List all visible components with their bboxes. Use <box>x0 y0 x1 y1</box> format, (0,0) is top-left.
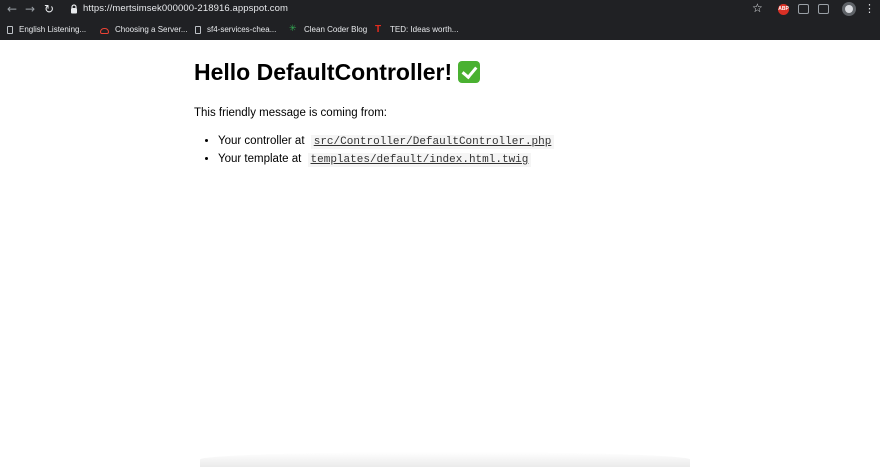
page-title-text: Hello DefaultController! <box>194 59 453 85</box>
extension-icon-2[interactable] <box>818 4 829 14</box>
adblock-extension-icon[interactable]: ABP <box>778 4 789 15</box>
page-icon <box>195 25 201 34</box>
browser-menu-icon[interactable]: ⋮ <box>864 2 875 16</box>
lock-icon[interactable] <box>70 4 78 14</box>
ted-icon: T <box>375 24 382 35</box>
extension-icon[interactable] <box>798 4 809 14</box>
template-path-link[interactable]: templates/default/index.html.twig <box>307 153 532 167</box>
page-title: Hello DefaultController! <box>194 58 794 86</box>
profile-avatar[interactable] <box>842 2 856 16</box>
forward-arrow-icon[interactable]: → <box>23 2 37 16</box>
bookmarks-bar: English Listening... Choosing a Server..… <box>0 21 880 38</box>
star-icon: ✳ <box>289 24 297 34</box>
address-bar-url[interactable]: https://mertsimsek000000-218916.appspot.… <box>83 3 288 14</box>
back-arrow-icon[interactable]: ← <box>5 2 19 16</box>
source-list: Your controller at src/Controller/Defaul… <box>194 133 794 169</box>
bookmark-item[interactable]: sf4-services-chea... <box>194 21 276 38</box>
bookmark-label: English Listening... <box>19 25 87 34</box>
bookmark-item[interactable]: English Listening... <box>6 21 86 38</box>
check-mark-icon <box>458 61 481 83</box>
bookmark-label: TED: Ideas worth... <box>390 25 459 34</box>
controller-path-link[interactable]: src/Controller/DefaultController.php <box>310 135 555 149</box>
browser-chrome: ← → ↻ https://mertsimsek000000-218916.ap… <box>0 0 880 40</box>
list-item-prefix: Your controller at <box>218 135 305 147</box>
bookmark-item[interactable]: T TED: Ideas worth... <box>375 21 458 38</box>
list-item: Your controller at src/Controller/Defaul… <box>218 133 794 151</box>
cloud-icon <box>100 27 109 34</box>
bookmark-label: sf4-services-chea... <box>207 25 277 34</box>
list-item: Your template at templates/default/index… <box>218 151 794 169</box>
bookmark-label: Clean Coder Blog <box>304 25 368 34</box>
bookmark-star-icon[interactable]: ☆ <box>752 1 763 15</box>
bookmark-item[interactable]: ✳ Clean Coder Blog <box>289 21 367 38</box>
page-icon <box>7 25 13 34</box>
bookmark-label: Choosing a Server... <box>115 25 188 34</box>
list-item-prefix: Your template at <box>218 153 302 165</box>
intro-text: This friendly message is coming from: <box>194 107 388 119</box>
bottom-shadow <box>200 452 690 467</box>
bookmark-item[interactable]: Choosing a Server... <box>100 21 187 38</box>
reload-icon[interactable]: ↻ <box>42 2 56 16</box>
browser-toolbar: ← → ↻ https://mertsimsek000000-218916.ap… <box>0 0 880 19</box>
page-content: Hello DefaultController! This friendly m… <box>194 58 794 169</box>
